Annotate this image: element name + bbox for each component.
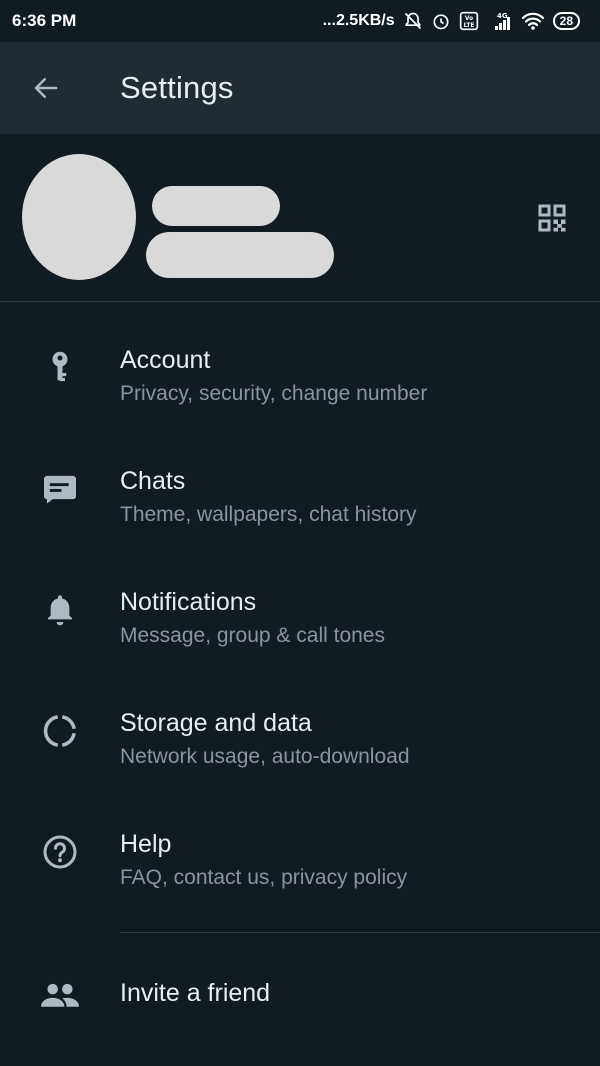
- key-icon: [38, 346, 82, 390]
- setting-title: Chats: [120, 467, 186, 495]
- setting-chats[interactable]: Chats Theme, wallpapers, chat history: [0, 423, 600, 544]
- setting-invite-friend[interactable]: Invite a friend: [0, 955, 600, 1035]
- setting-subtitle: FAQ, contact us, privacy policy: [120, 866, 408, 889]
- setting-subtitle: Privacy, security, change number: [120, 382, 428, 405]
- setting-title: Account: [120, 346, 211, 374]
- setting-subtitle: Message, group & call tones: [120, 624, 385, 647]
- status-time: 6:36 PM: [12, 11, 77, 30]
- signal-icon: 4G: [487, 11, 513, 31]
- setting-help[interactable]: Help FAQ, contact us, privacy policy: [0, 786, 600, 907]
- setting-subtitle: Network usage, auto-download: [120, 745, 410, 768]
- avatar[interactable]: [22, 154, 136, 280]
- arrow-left-icon: [34, 78, 58, 98]
- help-icon: [38, 830, 82, 874]
- svg-text:LTE: LTE: [463, 23, 474, 29]
- invite-title: Invite a friend: [120, 979, 271, 1007]
- setting-account[interactable]: Account Privacy, security, change number: [0, 302, 600, 423]
- profile-name-redacted: [152, 186, 280, 226]
- qr-code-button[interactable]: [532, 198, 572, 238]
- battery-icon: 28: [552, 12, 580, 30]
- status-icons: ...2.5KB/s Vo LTE 4G 28: [323, 11, 580, 31]
- network-speed: ...2.5KB/s: [322, 12, 395, 29]
- chat-icon: [38, 467, 82, 511]
- profile-about-redacted: [146, 232, 334, 278]
- setting-title: Help: [120, 830, 172, 858]
- setting-subtitle: Theme, wallpapers, chat history: [120, 503, 417, 526]
- setting-title: Notifications: [120, 588, 257, 616]
- mute-icon: [403, 11, 423, 31]
- app-bar: Settings: [0, 42, 600, 134]
- setting-storage[interactable]: Storage and data Network usage, auto-dow…: [0, 665, 600, 786]
- status-bar: 6:36 PM ...2.5KB/s Vo LTE 4G 28: [0, 0, 600, 42]
- bell-icon: [38, 588, 82, 632]
- storage-icon: [38, 709, 82, 753]
- network-type-label: 4G: [497, 12, 508, 20]
- profile-section[interactable]: ~~ ~~~~~~ ~: [0, 134, 600, 302]
- setting-title: Storage and data: [120, 709, 312, 737]
- settings-list: Account Privacy, security, change number…: [0, 302, 600, 907]
- volte-icon: Vo LTE: [459, 11, 479, 31]
- page-title: Settings: [120, 70, 234, 105]
- wifi-icon: [521, 11, 545, 31]
- alarm-icon: [431, 11, 451, 31]
- setting-notifications[interactable]: Notifications Message, group & call tone…: [0, 544, 600, 665]
- list-divider: [120, 932, 600, 933]
- svg-text:Vo: Vo: [465, 16, 473, 22]
- qr-code-icon: [538, 204, 566, 232]
- back-button[interactable]: [22, 68, 70, 108]
- people-icon: [38, 973, 82, 1017]
